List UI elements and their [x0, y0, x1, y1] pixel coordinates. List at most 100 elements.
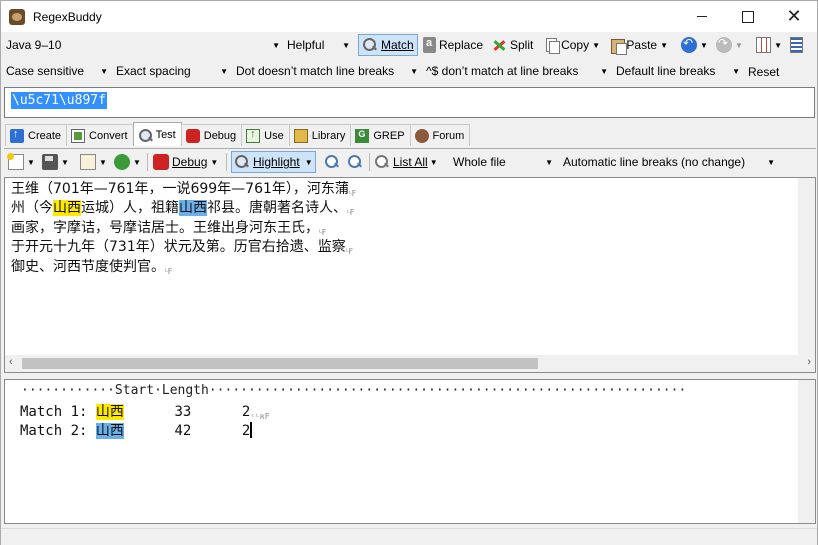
- globe-icon: [114, 154, 130, 170]
- test-line-breaks-dropdown[interactable]: Automatic line breaks (no change) ▼: [560, 152, 778, 172]
- test-toolbar: ▼ ▼ ▼ ▼ Debug ▼ Highlight ▼ List All ▼ Whol…: [4, 148, 816, 175]
- chevron-down-icon: ▼: [304, 157, 313, 167]
- horizontal-scrollbar[interactable]: ‹ ›: [5, 355, 815, 372]
- chevron-down-icon: ▼: [700, 40, 708, 50]
- result-row[interactable]: Match 2: 山西 42 2: [20, 420, 253, 440]
- paste-button[interactable]: Paste ▼: [607, 34, 671, 56]
- results-panel[interactable]: ············Start·Length················…: [4, 379, 816, 524]
- regex-text: \u5c71\u897f: [11, 92, 107, 109]
- tab-test[interactable]: Test: [132, 122, 182, 146]
- list-all-label: List All: [393, 155, 428, 169]
- next-match-icon: [347, 154, 363, 170]
- flavor-value: Java 9–10: [6, 38, 62, 52]
- title-bar: RegexBuddy ✕: [1, 1, 817, 32]
- eol-marker: ᴸF: [319, 227, 327, 237]
- reset-button[interactable]: Reset: [745, 61, 785, 83]
- chevron-down-icon: ▼: [99, 157, 107, 167]
- tab-label: Forum: [432, 129, 465, 142]
- tab-label: GREP: [373, 129, 405, 142]
- paste-icon: [610, 37, 628, 55]
- debug-button[interactable]: Debug ▼: [153, 151, 218, 173]
- tab-forum[interactable]: Forum: [409, 124, 471, 146]
- split-label: Split: [510, 38, 534, 52]
- copy-label: Copy: [561, 38, 590, 52]
- match-start: 33: [174, 404, 192, 420]
- copy-icon: [544, 37, 561, 54]
- match-text: 山西: [95, 423, 124, 439]
- scroll-left-icon[interactable]: ‹: [9, 356, 13, 368]
- test-line: 于开元十九年（731年）状元及第。历官右拾遗、监察ᴸF: [11, 238, 356, 257]
- match-start: 42: [174, 423, 192, 439]
- convert-icon: [71, 128, 86, 143]
- list-all-button[interactable]: List All ▼: [374, 151, 438, 173]
- tab-debug[interactable]: Debug: [180, 124, 243, 146]
- scrollbar-thumb[interactable]: [22, 358, 538, 369]
- new-file-button[interactable]: ▼: [7, 151, 35, 173]
- tab-use[interactable]: Use: [241, 124, 290, 146]
- line-text: 于开元十九年（731年）状元及第。历官右拾遗、监察: [11, 239, 346, 256]
- previous-match-button[interactable]: [324, 151, 343, 173]
- tab-convert[interactable]: Convert: [66, 124, 134, 146]
- match-highlight-2: 山西: [179, 200, 207, 217]
- spacing-dropdown[interactable]: Exact spacing ▼: [113, 61, 231, 81]
- line-text: 王维（701年—761年，一说699年—761年），河东蒲: [11, 181, 349, 197]
- eol-marker: ᴸF: [165, 266, 173, 276]
- new-file-icon: [7, 153, 24, 170]
- replace-icon: [423, 37, 436, 53]
- highlight-button[interactable]: Highlight ▼: [231, 151, 316, 173]
- anchors-dropdown[interactable]: ^$ don’t match at line breaks ▼: [423, 61, 611, 81]
- window-title: RegexBuddy: [33, 9, 102, 24]
- minimize-button[interactable]: [679, 1, 725, 32]
- next-match-button[interactable]: [347, 151, 366, 173]
- undo-icon: [681, 36, 697, 53]
- application-dropdown[interactable]: Helpful ▼: [284, 35, 353, 55]
- undo-button[interactable]: ▼: [678, 34, 714, 56]
- scope-value: Whole file: [453, 155, 506, 169]
- forum-icon: [414, 128, 429, 143]
- app-window: RegexBuddy ✕ Java 9–10 ▼ Helpful ▼ Match R…: [0, 0, 818, 545]
- dot-dropdown[interactable]: Dot doesn’t match line breaks ▼: [233, 61, 421, 81]
- redo-button[interactable]: ▼: [713, 34, 749, 56]
- clipboard-button[interactable]: ▼: [80, 151, 107, 173]
- use-icon: [246, 128, 261, 143]
- results-vertical-scrollbar[interactable]: [798, 380, 815, 523]
- result-row[interactable]: Match 1: 山西 33 2ᶜᴸʀF: [20, 401, 270, 421]
- replace-button[interactable]: Replace: [420, 34, 486, 56]
- regex-editor[interactable]: \u5c71\u897f: [4, 87, 815, 118]
- magnifier-icon: [362, 37, 378, 53]
- close-button[interactable]: ✕: [771, 1, 817, 32]
- flavor-dropdown[interactable]: Java 9–10 ▼: [3, 35, 283, 55]
- copy-button[interactable]: Copy ▼: [541, 34, 603, 56]
- eol-marker: ᴸF: [347, 208, 355, 218]
- test-line-breaks-value: Automatic line breaks (no change): [563, 155, 746, 169]
- debug-label: Debug: [172, 155, 208, 169]
- layout-button[interactable]: ▼: [753, 34, 785, 56]
- chevron-down-icon: ▼: [272, 40, 280, 50]
- highlight-label: Highlight: [253, 155, 300, 169]
- separator: [147, 153, 148, 171]
- line-text: 画家，字摩诘，号摩诘居士。王维出身河东王氏，: [11, 219, 319, 236]
- web-button[interactable]: ▼: [114, 151, 141, 173]
- status-bar: [1, 528, 817, 545]
- vertical-scrollbar[interactable]: [798, 178, 815, 372]
- match-button[interactable]: Match: [358, 34, 418, 56]
- tab-library[interactable]: Library: [288, 124, 352, 146]
- save-button[interactable]: ▼: [42, 151, 69, 173]
- maximize-button[interactable]: [725, 1, 771, 32]
- list-view-button[interactable]: [787, 34, 809, 56]
- redo-icon: [716, 36, 732, 53]
- line-breaks-dropdown[interactable]: Default line breaks ▼: [613, 61, 743, 81]
- chevron-down-icon: ▼: [545, 157, 553, 167]
- scroll-right-icon[interactable]: ›: [807, 356, 811, 368]
- line-text: 运城）人，祖籍: [81, 200, 179, 217]
- match-label: Match: [381, 38, 414, 52]
- tab-label: Create: [28, 129, 62, 142]
- tab-grep[interactable]: GREP: [350, 124, 411, 146]
- split-button[interactable]: Split: [488, 34, 538, 56]
- list-all-icon: [374, 154, 390, 170]
- test-subject-editor[interactable]: 王维（701年—761年，一说699年—761年），河东蒲ᴸF 州（今山西运城）…: [4, 177, 816, 373]
- case-dropdown[interactable]: Case sensitive ▼: [3, 61, 111, 81]
- chevron-down-icon: ▼: [592, 40, 600, 50]
- tab-create[interactable]: Create: [5, 124, 68, 146]
- scope-dropdown[interactable]: Whole file ▼: [450, 152, 556, 172]
